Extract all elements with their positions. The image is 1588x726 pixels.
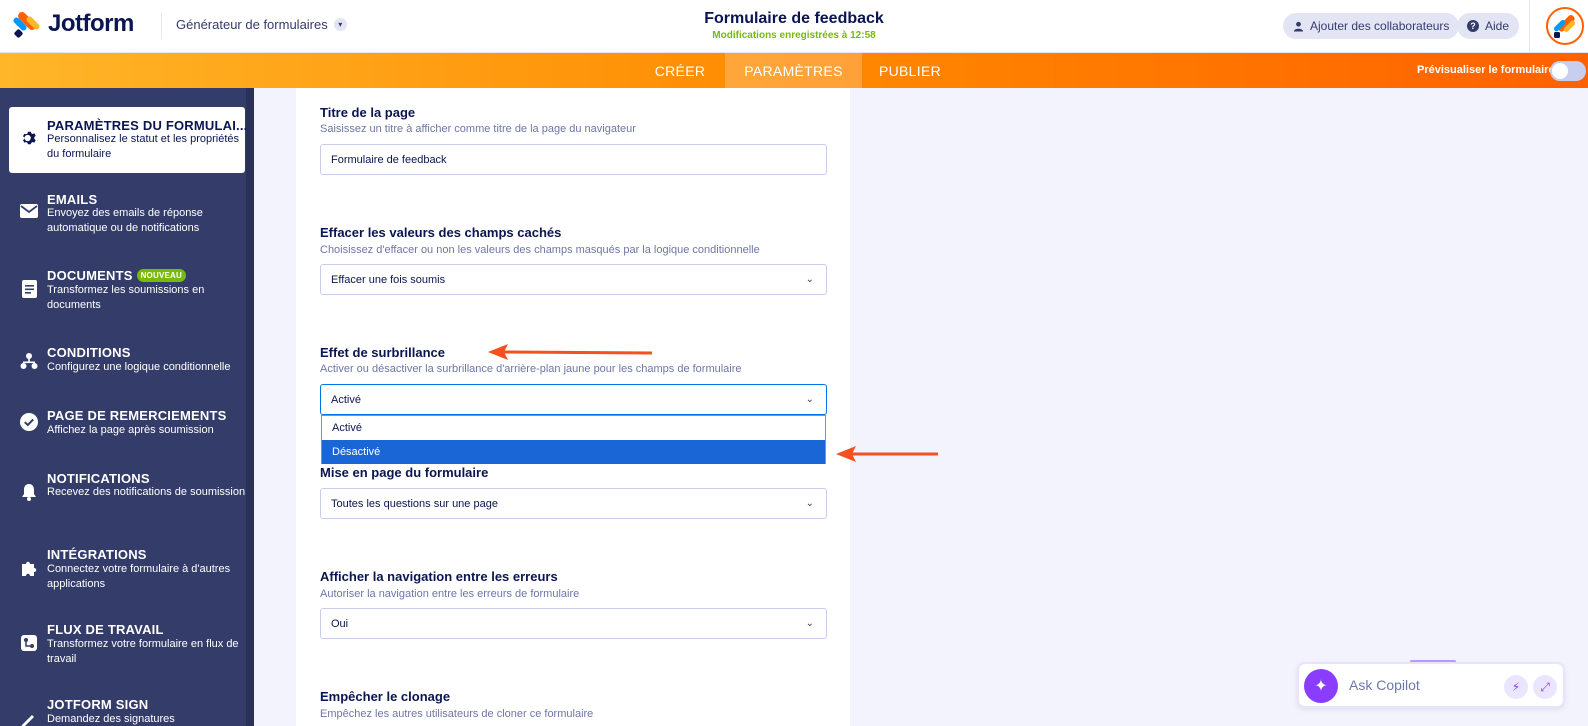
sidebar-item-title: PARAMÈTRES DU FORMULAI... <box>47 118 248 133</box>
highlight-label: Effet de surbrillance <box>320 345 445 360</box>
highlight-options-list: Activé Désactivé <box>321 415 826 464</box>
avatar[interactable] <box>1546 7 1584 45</box>
sparkle-icon: ✦ <box>1304 669 1338 703</box>
help-icon: ? <box>1467 20 1479 32</box>
sidebar-item-desc: Transformez votre formulaire en flux de … <box>47 638 239 665</box>
error-nav-label: Afficher la navigation entre les erreurs <box>320 569 558 584</box>
sidebar-item-desc: Recevez des notifications de soumission <box>47 486 246 498</box>
tab-publish[interactable]: PUBLIER <box>862 53 958 88</box>
sidebar-item-conditions[interactable]: CONDITIONS Configurez une logique condit… <box>9 340 245 390</box>
help-button[interactable]: ? Aide <box>1457 13 1520 39</box>
header-divider-right <box>1529 0 1530 53</box>
highlight-value: Activé <box>331 393 361 406</box>
sidebar-item-form-settings[interactable]: PARAMÈTRES DU FORMULAI... Personnalisez … <box>9 107 248 173</box>
sidebar-item-title: FLUX DE TRAVAIL <box>47 622 164 637</box>
bell-icon <box>19 483 39 503</box>
settings-sidebar: PARAMÈTRES DU FORMULAI... Personnalisez … <box>0 88 254 726</box>
chevron-down-icon: ⌄ <box>805 394 814 405</box>
sidebar-item-documents[interactable]: DOCUMENTS NOUVEAU Transformez les soumiss… <box>9 262 245 318</box>
page-title-desc: Saisissez un titre à afficher comme titr… <box>320 123 636 135</box>
highlight-desc: Activer ou désactiver la surbrillance d'… <box>320 363 742 375</box>
sidebar-item-title: PAGE DE REMERCIEMENTS <box>47 408 227 423</box>
tab-create[interactable]: CRÉER <box>635 53 725 88</box>
sidebar-item-title: JOTFORM SIGN <box>47 697 149 712</box>
top-bar: Jotform Générateur de formulaires ▾ Form… <box>0 0 1588 53</box>
error-nav-desc: Autoriser la navigation entre les erreur… <box>320 588 580 600</box>
tab-settings[interactable]: PARAMÈTRES <box>725 53 862 88</box>
page-title-label: Titre de la page <box>320 105 416 120</box>
new-badge: NOUVEAU <box>136 269 186 282</box>
sidebar-item-title-row: DOCUMENTS NOUVEAU <box>47 268 186 283</box>
option-inactive[interactable]: Désactivé <box>322 440 825 464</box>
form-settings-panel: Titre de la page Saisissez un titre à af… <box>296 88 850 726</box>
help-label: Aide <box>1485 19 1510 33</box>
user-icon <box>1293 21 1304 32</box>
preview-toggle[interactable] <box>1550 61 1586 81</box>
sidebar-item-desc: Connectez votre formulaire à d'autres ap… <box>47 563 231 590</box>
signature-icon <box>19 710 39 726</box>
chevron-down-icon: ⌄ <box>805 498 814 509</box>
toggle-knob <box>1552 63 1568 79</box>
sidebar-item-notifications[interactable]: NOTIFICATIONS Recevez des notifications … <box>9 465 245 521</box>
avatar-logo-icon <box>1553 15 1576 38</box>
option-active[interactable]: Activé <box>322 416 825 440</box>
sidebar-item-jotform-sign[interactable]: JOTFORM SIGN Demandez des signatures <box>9 692 245 726</box>
annotation-arrow-icon <box>488 344 653 360</box>
envelope-icon <box>19 203 39 223</box>
clear-hidden-select[interactable]: Effacer une fois soumis ⌄ <box>320 264 827 295</box>
sidebar-item-desc: Envoyez des emails de réponse automatiqu… <box>47 207 203 234</box>
sidebar-item-desc: Demandez des signatures <box>47 713 175 725</box>
prevent-clone-desc: Empêchez les autres utilisateurs de clon… <box>320 708 594 720</box>
chevron-down-icon: ⌄ <box>805 274 814 285</box>
sidebar-item-desc: Transformez les soumissions en documents <box>47 284 205 311</box>
sidebar-item-desc: Personnalisez le statut et les propriété… <box>47 133 239 160</box>
sidebar-item-title: INTÉGRATIONS <box>47 547 147 562</box>
main-nav-bar: CRÉER PARAMÈTRES PUBLIER Prévisualiser l… <box>0 53 1588 88</box>
layout-select[interactable]: Toutes les questions sur une page ⌄ <box>320 488 827 519</box>
sidebar-item-integrations[interactable]: INTÉGRATIONS Connectez votre formulaire … <box>9 541 245 597</box>
add-collaborators-button[interactable]: Ajouter des collaborateurs <box>1283 13 1460 39</box>
layout-label: Mise en page du formulaire <box>320 465 489 480</box>
prevent-clone-label: Empêcher le clonage <box>320 689 451 704</box>
sidebar-item-title: DOCUMENTS <box>47 268 133 283</box>
clear-hidden-label: Effacer les valeurs des champs cachés <box>320 225 562 240</box>
sidebar-item-thank-you[interactable]: PAGE DE REMERCIEMENTS Affichez la page a… <box>9 403 245 453</box>
clear-hidden-desc: Choisissez d'effacer ou non les valeurs … <box>320 244 760 256</box>
sidebar-item-desc: Configurez une logique conditionnelle <box>47 361 231 373</box>
sidebar-item-desc: Affichez la page après soumission <box>47 424 214 436</box>
document-icon <box>19 280 39 300</box>
layout-value: Toutes les questions sur une page <box>331 497 498 510</box>
sidebar-item-title: EMAILS <box>47 192 98 207</box>
add-collaborators-label: Ajouter des collaborateurs <box>1310 19 1450 33</box>
ask-copilot-bar[interactable]: ✦ Ask Copilot ⚡︎ ⤢ <box>1297 662 1565 708</box>
page-title-input[interactable]: Formulaire de feedback <box>320 144 827 175</box>
lightning-icon[interactable]: ⚡︎ <box>1504 675 1528 699</box>
sidebar-item-emails[interactable]: EMAILS Envoyez des emails de réponse aut… <box>9 186 245 242</box>
sidebar-item-title: CONDITIONS <box>47 345 131 360</box>
error-nav-value: Oui <box>331 617 349 630</box>
expand-icon[interactable]: ⤢ <box>1533 675 1557 699</box>
highlight-select[interactable]: Activé ⌄ <box>320 384 827 415</box>
error-nav-select[interactable]: Oui ⌄ <box>320 608 827 639</box>
preview-label: Prévisualiser le formulaire <box>1417 64 1555 76</box>
chevron-down-icon: ⌄ <box>805 618 814 629</box>
sidebar-item-workflow[interactable]: FLUX DE TRAVAIL Transformez votre formul… <box>9 616 245 672</box>
sitemap-icon <box>19 352 39 372</box>
copilot-placeholder[interactable]: Ask Copilot <box>1349 677 1420 693</box>
gear-icon <box>19 129 39 149</box>
workflow-icon <box>19 634 39 654</box>
puzzle-icon <box>19 559 39 579</box>
annotation-arrow-icon <box>836 446 938 462</box>
sidebar-scrollbar[interactable] <box>246 88 254 726</box>
check-circle-icon <box>19 413 39 433</box>
page-title-value: Formulaire de feedback <box>331 153 447 166</box>
svg-text:?: ? <box>1470 21 1476 31</box>
sidebar-item-title: NOTIFICATIONS <box>47 471 150 486</box>
clear-hidden-value: Effacer une fois soumis <box>331 273 446 286</box>
